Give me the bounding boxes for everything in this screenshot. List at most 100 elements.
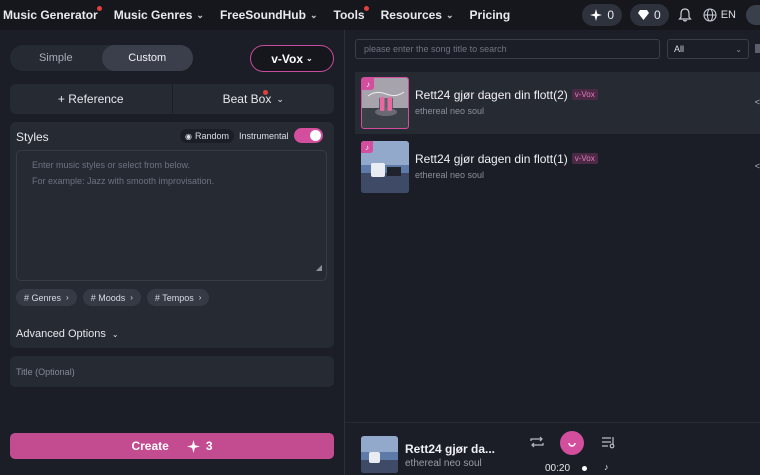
song-cover[interactable]: ♪: [361, 141, 409, 193]
model-label: v-Vox: [271, 51, 304, 66]
diamond-icon: [638, 10, 650, 20]
share-icon[interactable]: <: [755, 97, 760, 107]
chevron-down-icon: ⌄: [306, 54, 313, 63]
top-navigation-bar: Music Generator Music Genres ⌄ FreeSound…: [0, 0, 760, 30]
nav-music-generator[interactable]: Music Generator: [3, 6, 102, 22]
nav-pricing-label: Pricing: [469, 8, 511, 22]
random-label: Random: [194, 131, 230, 141]
notification-dot: [363, 6, 369, 11]
chevron-down-icon: ⌄: [196, 9, 204, 20]
music-note-icon: ♪: [361, 141, 373, 153]
nav-resources[interactable]: Resources ⌄: [381, 8, 454, 22]
dice-icon: ◉: [185, 131, 192, 141]
advanced-options-label: Advanced Options: [16, 328, 106, 340]
resize-handle-icon[interactable]: ◢: [316, 260, 322, 276]
chevron-down-icon: ⌄: [309, 9, 318, 20]
sparkle-icon: [590, 9, 603, 21]
repeat-icon: [530, 436, 544, 448]
song-title[interactable]: Rett24 gjør dagen din flott(2) v-Vox: [415, 88, 598, 102]
song-cover[interactable]: ♪: [361, 77, 409, 129]
progress-handle[interactable]: [582, 466, 587, 471]
tag-tempos-label: # Tempos: [154, 292, 194, 303]
chevron-down-icon: ⌄: [735, 44, 742, 54]
nav-tools[interactable]: Tools: [333, 6, 369, 22]
volume-icon[interactable]: ♪: [604, 462, 609, 472]
tag-tempos[interactable]: # Tempos ›: [146, 289, 210, 306]
random-button[interactable]: ◉ Random: [180, 129, 235, 143]
advanced-options-toggle[interactable]: Advanced Options ⌄: [10, 320, 334, 348]
pause-icon[interactable]: [378, 96, 394, 112]
create-panel: Simple Custom v-Vox ⌄ + Reference Beat B…: [0, 30, 344, 475]
player-style: ethereal neo soul: [405, 458, 482, 469]
search-placeholder: please enter the song title to search: [364, 44, 507, 54]
tag-moods-label: # Moods: [90, 292, 126, 303]
notification-dot: [96, 6, 102, 11]
nav-resources-label: Resources: [380, 8, 442, 22]
nav-music-genres-label: Music Genres: [113, 8, 193, 22]
nav-music-genres[interactable]: Music Genres ⌄: [114, 8, 204, 22]
instrumental-toggle[interactable]: [294, 128, 323, 143]
chevron-down-icon: ⌄: [276, 93, 284, 104]
music-note-icon: ♪: [362, 78, 374, 90]
model-selector[interactable]: v-Vox ⌄: [250, 45, 334, 72]
main-nav: Music Generator Music Genres ⌄ FreeSound…: [3, 0, 526, 30]
model-badge: v-Vox: [571, 153, 598, 164]
tab-simple[interactable]: Simple: [10, 45, 102, 71]
beat-box-button[interactable]: Beat Box ⌄: [173, 84, 335, 114]
nav-freesoundhub-label: FreeSoundHub: [219, 8, 306, 22]
song-title-text: Rett24 gjør dagen din flott(1): [415, 152, 568, 166]
audio-player: Rett24 gjør da... ethereal neo soul 00:2…: [345, 422, 760, 475]
gems-pill[interactable]: 0: [630, 4, 669, 26]
bell-icon: [678, 8, 692, 22]
notifications-button[interactable]: [677, 7, 693, 23]
model-badge: v-Vox: [571, 89, 598, 100]
reference-row: + Reference Beat Box ⌄: [10, 84, 334, 114]
styles-card: Styles ◉ Random Instrumental Enter music…: [10, 122, 334, 346]
song-title-text: Rett24 gjør dagen din flott(2): [415, 88, 568, 102]
create-label: Create: [131, 439, 169, 453]
nav-tools-label: Tools: [333, 8, 365, 22]
list-item[interactable]: ♪ Rett24 gjør dagen din flott(2) v-Vox et…: [355, 72, 760, 134]
nav-music-generator-label: Music Generator: [3, 8, 98, 22]
styles-input[interactable]: Enter music styles or select from below.…: [16, 150, 327, 281]
loading-icon: [568, 442, 576, 447]
player-cover[interactable]: [361, 436, 398, 473]
styles-heading: Styles: [16, 130, 49, 144]
song-search-input[interactable]: please enter the song title to search: [355, 39, 660, 59]
title-placeholder: Title (Optional): [16, 366, 75, 377]
share-icon[interactable]: <: [755, 161, 760, 171]
nav-right-group: 0 0 EN: [582, 0, 760, 30]
styles-placeholder-line-1: Enter music styles or select from below.: [32, 160, 191, 170]
gems-count: 0: [654, 8, 661, 22]
language-selector[interactable]: EN: [703, 8, 736, 22]
globe-icon: [703, 8, 717, 22]
create-cost: 3: [205, 439, 213, 453]
repeat-button[interactable]: [529, 435, 545, 449]
tab-custom[interactable]: Custom: [101, 45, 193, 71]
song-style: ethereal neo soul: [415, 170, 485, 180]
chevron-right-icon: ›: [198, 293, 202, 302]
tag-genres[interactable]: # Genres ›: [16, 289, 77, 306]
notification-dot: [262, 90, 268, 95]
title-input[interactable]: Title (Optional): [10, 356, 334, 387]
chevron-right-icon: ›: [130, 293, 133, 302]
nav-pricing[interactable]: Pricing: [470, 8, 511, 22]
tag-moods[interactable]: # Moods ›: [82, 289, 141, 306]
filter-select[interactable]: All ⌄: [667, 39, 749, 59]
view-toggle-button[interactable]: [755, 44, 760, 53]
song-title[interactable]: Rett24 gjør dagen din flott(1) v-Vox: [415, 152, 598, 166]
nav-freesoundhub[interactable]: FreeSoundHub ⌄: [220, 8, 318, 22]
create-button[interactable]: Create 3: [10, 433, 334, 459]
style-tags: # Genres › # Moods › # Tempos ›: [16, 289, 215, 306]
avatar[interactable]: [746, 5, 760, 25]
play-button[interactable]: [560, 431, 584, 455]
list-item[interactable]: ♪ Rett24 gjør dagen din flott(1) v-Vox et…: [355, 136, 760, 198]
cover-image: [361, 436, 398, 473]
sparkle-icon: [186, 439, 200, 453]
language-label: EN: [720, 9, 736, 21]
add-reference-button[interactable]: + Reference: [10, 84, 172, 114]
styles-placeholder-line-2: For example: Jazz with smooth improvisat…: [32, 176, 215, 186]
playlist-button[interactable]: [601, 435, 617, 449]
filter-value: All: [674, 44, 685, 54]
credits-pill[interactable]: 0: [582, 4, 623, 26]
